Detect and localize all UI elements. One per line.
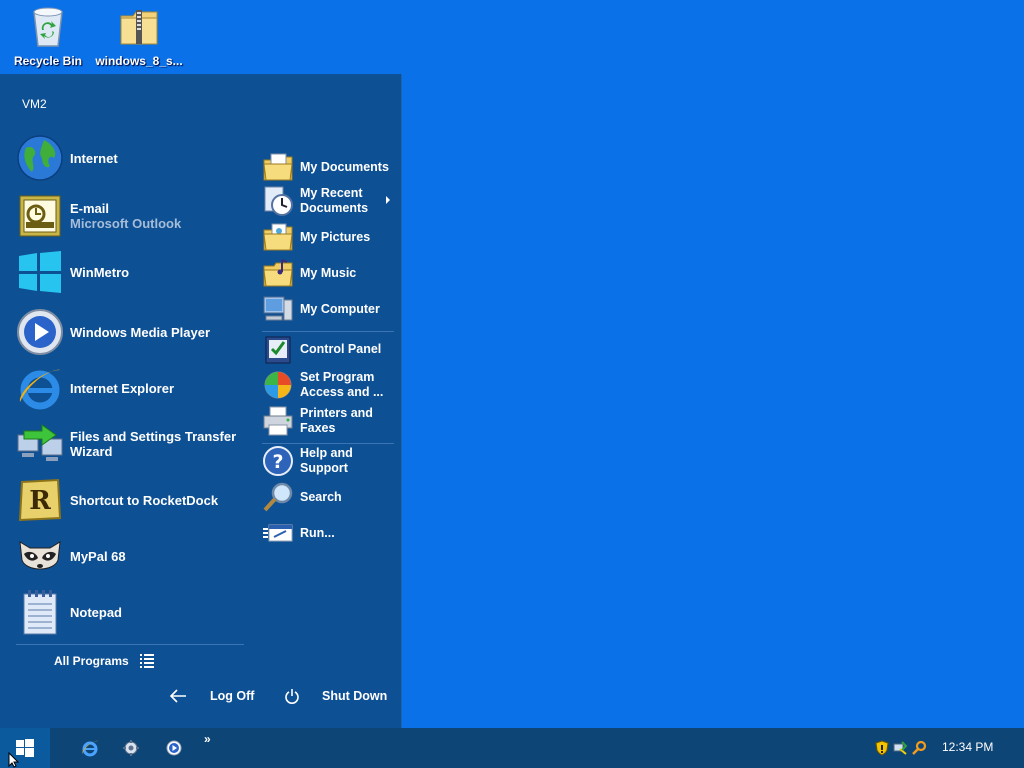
zip-folder-icon <box>120 10 158 45</box>
start-item-winmetro[interactable]: WinMetro <box>16 246 244 298</box>
start-item-help[interactable]: ? Help and Support <box>262 444 394 478</box>
recycle-bin-icon <box>33 7 63 47</box>
network-icon <box>893 741 908 755</box>
start-item-label: Search <box>300 489 342 504</box>
start-item-search[interactable]: Search <box>262 480 394 514</box>
my-pictures-icon <box>262 221 294 253</box>
start-item-rocketdock[interactable]: R Shortcut to RocketDock <box>16 474 244 526</box>
notepad-icon <box>16 588 64 636</box>
start-item-label: Windows Media Player <box>70 324 211 340</box>
arrow-left-icon <box>169 689 186 703</box>
security-shield-icon <box>875 740 889 756</box>
all-programs-button[interactable]: All Programs <box>54 653 155 669</box>
run-icon <box>262 517 294 549</box>
start-item-label: Internet Explorer <box>70 380 175 396</box>
start-item-label: Files and Settings Transfer Wizard <box>70 429 237 459</box>
desktop-icon-label: Recycle Bin <box>13 54 83 68</box>
windows-logo-icon <box>16 248 64 296</box>
start-item-label: Control Panel <box>300 341 382 356</box>
submenu-arrow-icon <box>386 196 390 204</box>
start-item-my-music[interactable]: My Music <box>262 256 394 290</box>
start-item-label: E-mail <box>70 201 110 216</box>
media-player-icon <box>16 308 64 356</box>
start-menu-footer: Log Off Shut Down <box>0 688 402 712</box>
user-name: VM2 <box>22 97 47 111</box>
start-item-my-documents[interactable]: My Documents <box>262 150 394 184</box>
quicklaunch-media-player[interactable] <box>164 738 184 758</box>
quicklaunch-overflow-button[interactable]: » <box>204 732 211 746</box>
shut-down-button[interactable]: Shut Down <box>284 688 387 704</box>
start-item-label: My Music <box>300 265 357 280</box>
start-item-label: Printers and Faxes <box>300 406 373 435</box>
start-item-label: Set Program Access and ... <box>300 370 384 399</box>
start-item-printers[interactable]: Printers and Faxes <box>262 404 394 438</box>
start-item-media-player[interactable]: Windows Media Player <box>16 306 244 358</box>
start-item-internet[interactable]: Internet <box>16 132 244 184</box>
quicklaunch-settings[interactable] <box>121 738 141 758</box>
start-item-label: Notepad <box>70 604 122 620</box>
start-item-mypal[interactable]: MyPal 68 <box>16 530 244 582</box>
start-item-label: My Documents <box>300 159 389 174</box>
tray-security-shield[interactable] <box>874 740 890 756</box>
taskbar: » 12:34 PM <box>0 728 1024 768</box>
taskbar-clock[interactable]: 12:34 PM <box>942 740 993 754</box>
control-panel-icon <box>262 333 294 365</box>
start-item-label: Help and Support <box>300 446 353 475</box>
start-item-label: Shortcut to RocketDock <box>70 492 219 508</box>
start-menu: VM2 Internet E-mail Microsoft Outlook Wi… <box>0 74 402 728</box>
start-item-run[interactable]: Run... <box>262 516 394 550</box>
transfer-wizard-icon <box>16 420 64 468</box>
svg-text:?: ? <box>272 451 283 473</box>
mouse-cursor-icon <box>8 752 20 768</box>
printer-icon <box>262 405 294 437</box>
start-item-email[interactable]: E-mail Microsoft Outlook <box>16 190 244 242</box>
tray-network[interactable] <box>892 740 908 756</box>
log-off-button[interactable]: Log Off <box>168 688 254 704</box>
start-item-label: My Computer <box>300 301 380 316</box>
power-icon <box>285 689 299 704</box>
start-item-label: MyPal 68 <box>70 548 126 564</box>
internet-explorer-icon <box>16 364 64 412</box>
help-icon: ? <box>262 445 294 477</box>
my-music-icon <box>262 257 294 289</box>
start-item-label: My Pictures <box>300 229 371 244</box>
mypal-raccoon-icon <box>16 532 64 580</box>
outlook-icon <box>16 192 64 240</box>
left-separator <box>16 644 244 645</box>
internet-explorer-icon <box>82 740 98 757</box>
list-icon <box>139 654 154 668</box>
start-item-notepad[interactable]: Notepad <box>16 586 244 638</box>
settings-icon <box>123 740 139 756</box>
my-computer-icon <box>262 293 294 325</box>
search-tray-icon <box>912 740 927 755</box>
quicklaunch-internet-explorer[interactable] <box>80 738 100 758</box>
start-item-label: Internet <box>70 150 118 166</box>
start-item-internet-explorer[interactable]: Internet Explorer <box>16 362 244 414</box>
desktop-icon-label: windows_8_s... <box>95 54 183 68</box>
start-item-transfer-wizard[interactable]: Files and Settings Transfer Wizard <box>16 418 244 470</box>
globe-icon <box>16 134 64 182</box>
start-item-label: WinMetro <box>70 264 130 280</box>
desktop-icon-recycle-bin[interactable]: Recycle Bin <box>0 2 96 68</box>
start-item-label: Run... <box>300 525 335 540</box>
start-item-control-panel[interactable]: Control Panel <box>262 332 394 366</box>
start-item-sublabel: Microsoft Outlook <box>70 216 182 231</box>
tray-search[interactable] <box>911 740 927 756</box>
start-item-my-computer[interactable]: My Computer <box>262 292 394 326</box>
desktop-icon-zip-folder[interactable]: windows_8_s... <box>91 2 187 68</box>
shut-down-label: Shut Down <box>322 689 388 703</box>
program-access-icon <box>262 369 294 401</box>
start-item-label: My Recent Documents <box>300 186 369 215</box>
start-item-program-access[interactable]: Set Program Access and ... <box>262 368 394 402</box>
rocketdock-icon: R <box>16 476 64 524</box>
my-documents-icon <box>262 151 294 183</box>
start-item-my-pictures[interactable]: My Pictures <box>262 220 394 254</box>
start-item-recent-documents[interactable]: My Recent Documents <box>262 184 394 218</box>
search-icon <box>262 481 294 513</box>
recent-documents-icon <box>262 185 294 217</box>
all-programs-label: All Programs <box>54 654 129 668</box>
svg-text:R: R <box>29 486 51 516</box>
log-off-label: Log Off <box>210 689 255 703</box>
media-player-icon <box>166 740 182 756</box>
